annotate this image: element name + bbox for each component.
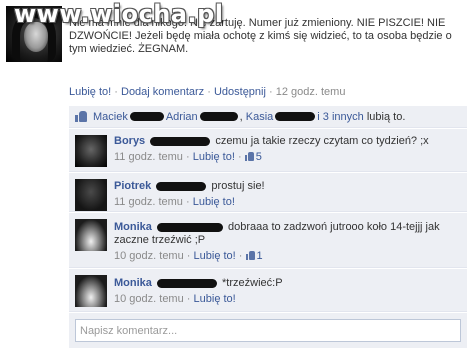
comment-author[interactable]: Monika: [114, 277, 152, 289]
commenter-avatar[interactable]: [75, 275, 107, 307]
thumbs-up-icon: [75, 111, 87, 122]
comment-body: Monika dobraaa to zadzwoń jutrooo koło 1…: [114, 221, 459, 263]
separator: ·: [186, 293, 191, 305]
comment-item: Monika *trzeźwieć:P 10 godz. temu · Lubi…: [69, 269, 467, 312]
comment-like-count[interactable]: 5: [244, 151, 262, 163]
separator: ·: [185, 151, 190, 163]
comment-item: Monika dobraaa to zadzwoń jutrooo koło 1…: [69, 213, 467, 268]
post-comment-link[interactable]: Dodaj komentarz: [121, 86, 204, 98]
liker-name[interactable]: Maciek: [93, 111, 128, 123]
thumbs-up-icon: [244, 152, 254, 161]
comment-input[interactable]: [75, 319, 461, 342]
post-action-line: Lubię to! · Dodaj komentarz · Udostępnij…: [69, 86, 345, 98]
comment-composer: [69, 313, 467, 348]
redaction-blot: [199, 112, 238, 121]
comment-like-count[interactable]: 1: [245, 250, 263, 262]
separator: ·: [186, 250, 191, 262]
comment-author[interactable]: Borys: [114, 135, 145, 147]
comment-time[interactable]: 10 godz. temu: [114, 293, 184, 305]
redaction-blot: [156, 222, 223, 232]
comment-time[interactable]: 10 godz. temu: [114, 250, 184, 262]
comment-meta: 10 godz. temu · Lubię to! · 1: [114, 250, 459, 263]
comment-meta: 11 godz. temu · Lubię to!: [114, 196, 459, 209]
comment-body: Monika *trzeźwieć:P 10 godz. temu · Lubi…: [114, 277, 459, 306]
post-share-link[interactable]: Udostępnij: [214, 86, 266, 98]
watermark-logo: www.wiocha.pl: [14, 0, 224, 28]
separator: ·: [269, 86, 273, 98]
commenter-avatar[interactable]: [75, 219, 107, 251]
separator: ·: [207, 86, 211, 98]
likes-suffix: lubią to.: [366, 110, 406, 123]
post-timestamp[interactable]: 12 godz. temu: [276, 86, 346, 98]
liker-name[interactable]: Kasia: [246, 111, 274, 123]
comment-time[interactable]: 11 godz. temu: [114, 196, 183, 208]
comment-text: czemu ja takie rzeczy czytam co tydzień?…: [215, 135, 429, 147]
separator: ·: [238, 250, 243, 262]
comment-time[interactable]: 11 godz. temu: [114, 151, 183, 163]
comment-text: *trzeźwieć:P: [222, 277, 283, 289]
comment-body: Borys czemu ja takie rzeczy czytam co ty…: [114, 135, 459, 164]
commenter-avatar[interactable]: [75, 135, 107, 167]
likers-others-link[interactable]: i 3 innych: [317, 111, 363, 123]
redaction-blot: [150, 136, 211, 146]
likes-summary: Maciek Adrian , Kasia i 3 innych lubią t…: [69, 106, 467, 128]
comment-item: Piotrek prostuj sie! 11 godz. temu · Lub…: [69, 173, 467, 212]
comment-meta: 10 godz. temu · Lubię to!: [114, 293, 459, 306]
comment-like-link[interactable]: Lubię to!: [193, 196, 235, 208]
comment-item: Borys czemu ja takie rzeczy czytam co ty…: [69, 129, 467, 172]
liker-name[interactable]: Adrian: [166, 111, 198, 123]
comment-meta: 11 godz. temu · Lubię to! · 5: [114, 151, 459, 164]
comment-author[interactable]: Piotrek: [114, 180, 151, 192]
comment-like-link[interactable]: Lubię to!: [193, 151, 235, 163]
separator: ·: [237, 151, 242, 163]
comment-body: Piotrek prostuj sie! 11 godz. temu · Lub…: [114, 180, 459, 209]
post-like-link[interactable]: Lubię to!: [69, 86, 111, 98]
redaction-blot: [156, 181, 207, 191]
separator: ·: [114, 86, 118, 98]
comment-author[interactable]: Monika: [114, 221, 152, 233]
comment-text: prostuj sie!: [211, 180, 265, 192]
thumbs-up-icon: [245, 251, 255, 260]
redaction-blot: [275, 112, 316, 121]
comment-like-link[interactable]: Lubię to!: [194, 293, 236, 305]
redaction-blot: [129, 112, 164, 121]
commenter-avatar[interactable]: [75, 179, 107, 211]
separator: ·: [185, 196, 190, 208]
comment-like-link[interactable]: Lubię to!: [194, 250, 236, 262]
redaction-blot: [156, 278, 217, 288]
